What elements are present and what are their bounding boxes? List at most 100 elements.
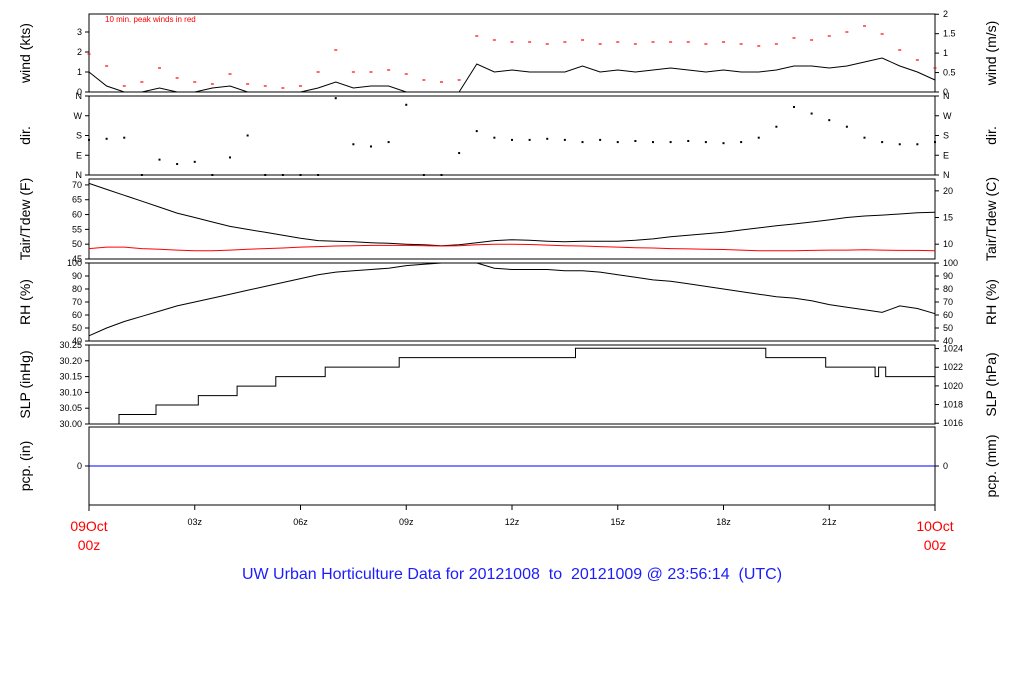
slp-ytick-right-1: 1018	[943, 400, 963, 410]
dir-point	[458, 152, 461, 155]
temp-ytick-right-2: 20	[943, 186, 953, 196]
wind-ytick-right-4: 2	[943, 9, 948, 19]
dir-point	[317, 174, 320, 176]
panel-3-ylabel-right: RH (%)	[983, 279, 999, 325]
dir-point	[810, 112, 813, 115]
dir-point	[370, 145, 372, 148]
dir-ytick-3: W	[74, 111, 83, 121]
dir-ytick-right-4: N	[943, 91, 950, 101]
slp-ytick-5: 30.25	[59, 340, 82, 350]
dir-point	[916, 143, 919, 146]
dir-point	[704, 141, 707, 144]
dir-point	[211, 174, 214, 176]
rh-ytick-2: 60	[72, 310, 82, 320]
x-tick-12z: 12z	[505, 517, 520, 527]
panel-frame-1	[88, 95, 936, 176]
dir-point	[140, 174, 143, 176]
x-tick-18z: 18z	[716, 517, 731, 527]
panel-2-ylabel-right: Tair/Tdew (C)	[983, 177, 999, 261]
wind-ytick-1: 1	[77, 67, 82, 77]
dir-point	[299, 174, 302, 176]
dir-point	[652, 141, 654, 144]
x-start-hour: 00z	[78, 537, 101, 553]
dir-ytick-right-1: E	[943, 150, 949, 160]
rh-ytick-4: 80	[72, 284, 82, 294]
pcp-ytick-0: 0	[77, 461, 82, 471]
dir-point	[898, 143, 901, 146]
panel-frame-4	[88, 344, 936, 425]
dir-point	[775, 125, 778, 128]
panel-frame-0	[88, 13, 936, 93]
dir-ytick-right-0: N	[943, 170, 950, 180]
dir-point	[387, 141, 390, 144]
dir-point	[546, 137, 549, 140]
dir-point	[158, 158, 161, 161]
rh-ytick-5: 90	[72, 271, 82, 281]
dir-point	[176, 163, 179, 166]
temp-ytick-2: 55	[72, 224, 82, 234]
dir-point	[475, 130, 478, 133]
wind-ytick-3: 3	[77, 27, 82, 37]
meteogram: wind (kts) wind (m/s) dir. dir. Tair/Tdew (F…	[17, 9, 999, 553]
temp-ytick-5: 70	[72, 180, 82, 190]
panel-1-ylabel: dir.	[17, 126, 33, 145]
panel-3-ylabel: RH (%)	[17, 279, 33, 325]
dir-point	[687, 139, 690, 142]
panel-frame-3	[88, 262, 936, 342]
panel-5-ylabel: pcp. (in)	[17, 441, 33, 492]
dir-ytick-right-3: W	[943, 111, 952, 121]
temp-ytick-1: 50	[72, 239, 82, 249]
dir-ytick-4: N	[76, 91, 83, 101]
x-tick-06z: 06z	[293, 517, 308, 527]
dir-point	[828, 119, 831, 122]
rh-ytick-1: 50	[72, 323, 82, 333]
chart-footer-title: UW Urban Horticulture Data for 20121008 …	[241, 566, 783, 583]
dir-point	[123, 136, 126, 139]
dir-point	[88, 138, 90, 141]
dir-point	[722, 142, 725, 145]
slp-ytick-2: 30.10	[59, 387, 82, 397]
x-tick-15z: 15z	[610, 517, 625, 527]
slp-ytick-right-3: 1022	[943, 362, 963, 372]
dir-point	[422, 174, 425, 176]
rh-ytick-right-1: 50	[943, 323, 953, 333]
panel-0-ylabel: wind (kts)	[17, 23, 33, 84]
dir-point	[528, 138, 531, 141]
dir-point	[757, 136, 760, 139]
slp-ytick-1: 30.05	[59, 403, 82, 413]
dir-point	[405, 103, 408, 106]
dir-point	[845, 125, 848, 128]
slp-ytick-right-2: 1020	[943, 381, 963, 391]
temp-ytick-3: 60	[72, 210, 82, 220]
x-tick-21z: 21z	[822, 517, 837, 527]
dir-point	[881, 141, 884, 144]
rh-ytick-right-2: 60	[943, 310, 953, 320]
dir-point	[281, 174, 284, 176]
dir-point	[511, 138, 513, 141]
wind-ytick-right-3: 1.5	[943, 29, 956, 39]
panel-4-ylabel-right: SLP (hPa)	[983, 352, 999, 416]
dir-point	[229, 156, 231, 159]
rh-ytick-3: 70	[72, 297, 82, 307]
panel-2-ylabel: Tair/Tdew (F)	[17, 178, 33, 260]
panel-4-ylabel: SLP (inHg)	[17, 350, 33, 418]
dir-point	[863, 136, 866, 139]
dir-point	[581, 141, 584, 144]
panel-frame-2	[88, 178, 936, 260]
x-tick-09z: 09z	[399, 517, 414, 527]
pcp-ytick-right-0: 0	[943, 461, 948, 471]
x-end-hour: 00z	[924, 537, 947, 553]
dir-point	[493, 136, 496, 139]
temp-ytick-right-0: 10	[943, 239, 953, 249]
rh-ytick-right-4: 80	[943, 284, 953, 294]
wind-ytick-2: 2	[77, 47, 82, 57]
dir-point	[634, 139, 637, 142]
rh-ytick-right-5: 90	[943, 271, 953, 281]
dir-ytick-0: N	[76, 170, 83, 180]
dir-ytick-2: S	[76, 131, 82, 141]
panel-5-ylabel-right: pcp. (mm)	[983, 435, 999, 498]
dir-point	[563, 138, 566, 141]
dir-point	[793, 105, 795, 108]
rh-ytick-6: 100	[67, 258, 82, 268]
air-temp-line	[88, 182, 936, 247]
